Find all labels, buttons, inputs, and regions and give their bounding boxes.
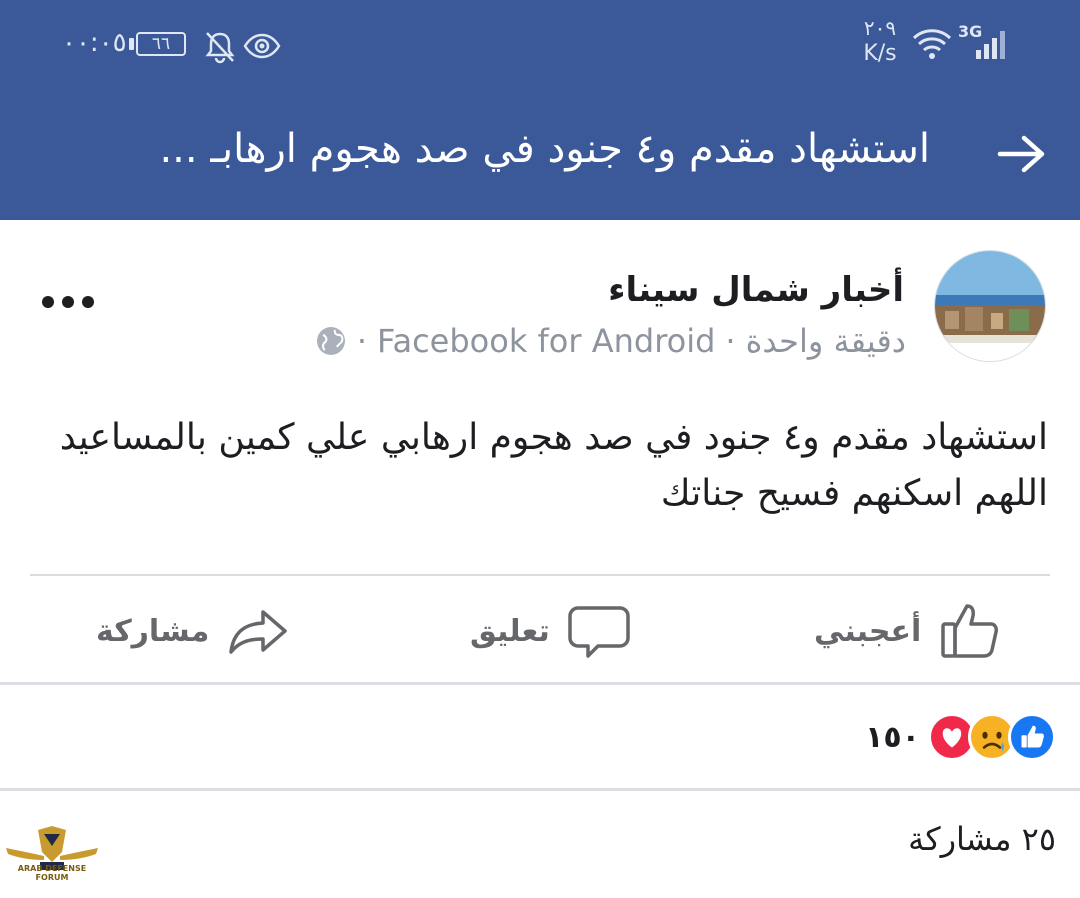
share-button[interactable]: مشاركة — [96, 596, 289, 666]
wifi-icon — [912, 29, 952, 59]
avatar[interactable] — [934, 250, 1046, 362]
divider — [0, 788, 1080, 791]
page-name[interactable]: أخبار شمال سيناء — [608, 270, 904, 310]
like-label: أعجبني — [814, 613, 922, 649]
like-reaction-icon — [1008, 713, 1056, 761]
battery-tip — [129, 38, 134, 50]
post-text-line: اللهم اسكنهم فسيح جناتك — [660, 473, 1048, 514]
signal-icon — [976, 31, 1005, 59]
status-bar: ٠٠:٠٥ ٦٦ ٢٠٩ K/s 3G — [0, 0, 1080, 80]
network-speed-unit: K/s — [863, 41, 897, 66]
avatar-image — [935, 251, 1045, 361]
post-text: استشهاد مقدم و٤ جنود في صد هجوم ارهابي ع… — [48, 410, 1048, 522]
battery-icon: ٦٦ — [136, 32, 186, 56]
post-meta: · Facebook for Android · دقيقة واحدة — [315, 322, 906, 360]
comment-button[interactable]: تعليق — [470, 596, 630, 666]
share-icon — [229, 610, 288, 654]
bell-off-icon — [205, 32, 235, 64]
like-button[interactable]: أعجبني — [814, 596, 1001, 666]
network-speed: ٢٠٩ K/s — [858, 16, 902, 68]
divider — [30, 574, 1050, 576]
arrow-right-icon[interactable] — [996, 130, 1048, 178]
post-time[interactable]: دقيقة واحدة — [746, 322, 906, 360]
app-bar: ٠٠:٠٥ ٦٦ ٢٠٩ K/s 3G استشهاد مقدم و٤ جنود… — [0, 0, 1080, 220]
comment-label: تعليق — [470, 613, 550, 649]
reactions-summary[interactable]: ١٥٠ — [865, 712, 1056, 762]
shares-count[interactable]: ٢٥ مشاركة — [908, 820, 1056, 858]
reactions-count: ١٥٠ — [865, 719, 920, 755]
more-options-icon[interactable] — [40, 282, 96, 322]
share-label: مشاركة — [96, 613, 210, 649]
globe-icon — [316, 327, 345, 355]
network-speed-value: ٢٠٩ — [863, 16, 897, 40]
thumbs-up-icon — [941, 604, 999, 658]
forum-logo — [6, 826, 98, 870]
post-source: Facebook for Android — [377, 322, 716, 360]
comment-icon — [567, 606, 630, 658]
header-title: استشهاد مقدم و٤ جنود في صد هجوم ارهابـ .… — [159, 126, 930, 172]
meta-separator: · — [725, 322, 736, 360]
watermark-text: ARAB DEFENSE FORUM — [17, 864, 87, 882]
divider — [0, 682, 1080, 685]
eye-icon — [243, 33, 281, 59]
post-text-line: استشهاد مقدم و٤ جنود في صد هجوم ارهابي ع… — [59, 417, 1048, 458]
clock: ٠٠:٠٥ — [62, 28, 127, 58]
meta-separator: · — [356, 322, 367, 360]
